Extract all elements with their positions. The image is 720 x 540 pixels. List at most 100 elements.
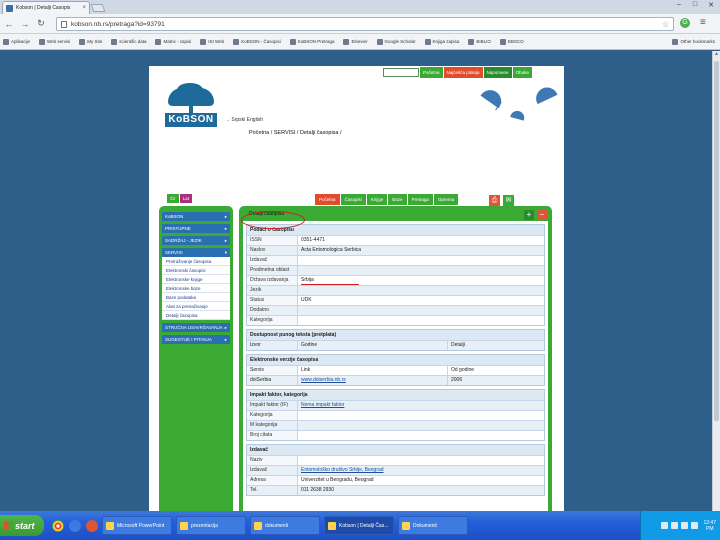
share-icon[interactable]: ✉ bbox=[503, 195, 514, 206]
taskbar-item[interactable]: Microsoft PowerPoint bbox=[102, 516, 172, 535]
sidebar-subitem[interactable]: Alati za pretraživanje bbox=[162, 302, 230, 311]
volume-icon[interactable] bbox=[671, 522, 679, 529]
nav-home[interactable]: Početna bbox=[420, 67, 443, 78]
journal-link[interactable]: www.doiserbia.nb.rs bbox=[297, 376, 447, 385]
taskbar-item[interactable]: Dokumenti bbox=[398, 516, 468, 535]
sidebar-subitem[interactable]: Elektronske baze bbox=[162, 284, 230, 293]
impact-factor-link[interactable]: Nema impakt faktor bbox=[297, 401, 544, 410]
chrome-icon[interactable] bbox=[52, 519, 64, 532]
publisher-link[interactable]: Entomološko društvo Srbije, Beograd bbox=[297, 466, 544, 475]
maximize-icon[interactable]: □ bbox=[690, 1, 700, 9]
bookmark-star-icon[interactable]: ☆ bbox=[662, 20, 669, 29]
sidebar-item-suggestions[interactable]: SUGESTIJE I PITANJA ▸ bbox=[162, 335, 230, 344]
bookmark-item[interactable]: ISI Web bbox=[200, 38, 224, 45]
bookmark-item[interactable]: BIBLIO bbox=[468, 38, 491, 45]
sidebar-subitem[interactable]: Baze podataka bbox=[162, 293, 230, 302]
detail-row: Kategorija bbox=[247, 410, 544, 420]
chevron-right-icon: ▸ bbox=[224, 214, 227, 219]
journal-title-value: Acta Entomologica Serbica bbox=[297, 246, 544, 255]
reload-icon[interactable]: ↻ bbox=[36, 18, 46, 29]
print-icon[interactable]: ⎙ bbox=[489, 195, 500, 206]
minimize-icon[interactable]: – bbox=[674, 1, 684, 9]
close-window-icon[interactable]: ✕ bbox=[706, 1, 716, 9]
tab-cyrillic[interactable]: Ćir bbox=[167, 194, 179, 203]
ie-icon[interactable] bbox=[69, 519, 81, 532]
page-actions: ⎙ ✉ bbox=[489, 195, 514, 206]
bookmark-item[interactable]: EBSCO bbox=[499, 38, 524, 45]
breadcrumb: Početna / SERVISI / Detalji časopisa / bbox=[249, 130, 342, 136]
section-title: Elektronske verzije časopisa bbox=[247, 355, 544, 365]
browser-tab[interactable]: Kobson | Detalji Časopis × bbox=[2, 1, 90, 14]
nav-faq[interactable]: Najčešća pitanja bbox=[443, 67, 483, 78]
sidebar-item-kobson[interactable]: KoBSON ▸ bbox=[162, 212, 230, 221]
language-switch[interactable]: → Srpski English bbox=[225, 117, 263, 123]
sidebar-item-access[interactable]: PRISTUPNE ▸ bbox=[162, 224, 230, 233]
media-icon[interactable] bbox=[86, 519, 98, 532]
sidebar-item-services[interactable]: SERVISI ▾ bbox=[162, 248, 230, 257]
bookmark-item[interactable]: Matrix - zapisi bbox=[155, 38, 191, 45]
sidebar-item-training[interactable]: STRUČNA USAVRŠAVANJA ▸ bbox=[162, 323, 230, 332]
taskbar: start Microsoft PowerPoint prezentacija … bbox=[0, 511, 720, 540]
extension-icon[interactable]: G bbox=[680, 18, 690, 28]
clock[interactable]: 12:47 PM bbox=[703, 520, 716, 532]
bookmark-item[interactable]: Knjiga zapisa bbox=[424, 38, 459, 45]
tab-latin[interactable]: Lat bbox=[179, 194, 193, 203]
tab-equipment[interactable]: Oprema bbox=[433, 194, 459, 205]
tab-search[interactable]: Pretraga bbox=[407, 194, 433, 205]
bookmark-item[interactable]: KoBSON - Časopisi bbox=[233, 38, 281, 45]
taskbar-item-active[interactable]: Kobson | Detalji Čas... bbox=[324, 516, 394, 535]
collapse-icon[interactable]: − bbox=[537, 210, 547, 220]
bookmark-item[interactable]: Aplikacije bbox=[3, 38, 30, 45]
tab-home[interactable]: Početna bbox=[315, 194, 340, 205]
forward-icon[interactable]: → bbox=[20, 19, 30, 29]
sidebar-subitem[interactable]: Elektronski časopisi bbox=[162, 266, 230, 275]
section-electronic: Elektronske verzije časopisa Servis Link… bbox=[246, 354, 545, 386]
tab-databases[interactable]: Baze bbox=[388, 194, 407, 205]
other-bookmarks[interactable]: Other bookmarks bbox=[672, 38, 715, 45]
scrollbar-thumb[interactable] bbox=[714, 61, 719, 421]
address-bar[interactable]: kobson.nb.rs/pretraga?id=93791 ☆ bbox=[56, 17, 674, 31]
chevron-right-icon: ▸ bbox=[224, 337, 227, 342]
url-text: kobson.nb.rs/pretraga?id=93791 bbox=[71, 20, 165, 28]
tab-journals[interactable]: Časopisi bbox=[340, 194, 366, 205]
bookmark-icon bbox=[39, 38, 46, 45]
bookmark-item[interactable]: Elsevier bbox=[343, 38, 368, 45]
sidebar-submenu: Pretraživanje časopisa Elektronski časop… bbox=[162, 257, 230, 320]
annotation-underline bbox=[301, 284, 359, 285]
start-button[interactable]: start bbox=[0, 515, 44, 536]
taskbar-item[interactable]: prezentacija bbox=[176, 516, 246, 535]
network-icon[interactable] bbox=[661, 522, 669, 529]
scroll-up-icon[interactable]: ▲ bbox=[713, 51, 720, 59]
taskbar-item[interactable]: dokumenti bbox=[250, 516, 320, 535]
site-search-input[interactable] bbox=[383, 68, 419, 77]
section-title: Impakt faktor, kategorija bbox=[247, 390, 544, 400]
bookmark-item[interactable]: Web servisi bbox=[39, 38, 70, 45]
folder-icon bbox=[672, 38, 679, 45]
bookmark-icon bbox=[233, 38, 240, 45]
tab-books[interactable]: Knjige bbox=[366, 194, 388, 205]
bookmark-item[interactable]: KoBSON Pretraga bbox=[289, 38, 334, 45]
kobson-logo[interactable]: KoBSON bbox=[165, 83, 217, 128]
close-tab-icon[interactable]: × bbox=[82, 5, 86, 11]
vertical-scrollbar[interactable]: ▲ bbox=[712, 51, 720, 511]
bookmark-item[interactable]: My Site bbox=[79, 38, 102, 45]
bookmark-item[interactable]: Google Scholar bbox=[376, 38, 416, 45]
sidebar-subitem[interactable]: Elektronske knjige bbox=[162, 275, 230, 284]
menu-icon[interactable]: ≡ bbox=[700, 17, 706, 28]
expand-icon[interactable]: + bbox=[524, 210, 534, 220]
annotation-circle bbox=[241, 211, 305, 229]
security-icon[interactable] bbox=[681, 522, 689, 529]
new-tab-button[interactable] bbox=[90, 4, 106, 12]
folder-icon bbox=[180, 521, 188, 530]
folder-icon bbox=[254, 521, 262, 530]
sidebar-subitem[interactable]: Detalji časopisa bbox=[162, 311, 230, 320]
detail-row: Jezik bbox=[247, 285, 544, 295]
nav-notes[interactable]: Napomene bbox=[483, 67, 512, 78]
bookmark-item[interactable]: scientific data bbox=[111, 38, 146, 45]
back-icon[interactable]: ← bbox=[4, 19, 14, 29]
sidebar-subitem[interactable]: Pretraživanje časopisa bbox=[162, 257, 230, 266]
sidebar-item-content[interactable]: SADRŽAJ - JEZIK ▸ bbox=[162, 236, 230, 245]
language-icon[interactable] bbox=[691, 522, 699, 529]
logo-trunk bbox=[189, 105, 193, 113]
nav-training[interactable]: Obuke bbox=[512, 67, 532, 78]
